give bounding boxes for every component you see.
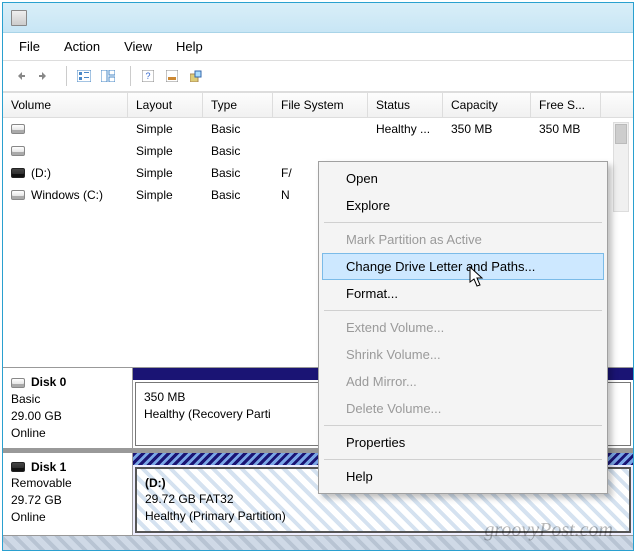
cell: Basic: [203, 144, 273, 158]
ctx-extend-volume: Extend Volume...: [322, 314, 604, 341]
ctx-add-mirror: Add Mirror...: [322, 368, 604, 395]
ctx-separator: [324, 425, 602, 426]
menu-bar: File Action View Help: [3, 33, 633, 61]
disk-size: 29.72 GB: [11, 492, 124, 509]
disk-icon: [11, 378, 25, 388]
table-row[interactable]: Simple Basic: [3, 140, 633, 162]
volume-icon: [11, 168, 25, 178]
ctx-properties[interactable]: Properties: [322, 429, 604, 456]
disk-name: Disk 0: [31, 374, 66, 391]
cell: Simple: [128, 144, 203, 158]
ctx-mark-active: Mark Partition as Active: [322, 226, 604, 253]
cell: 350 MB: [443, 122, 531, 136]
cell: Basic: [203, 188, 273, 202]
toolbar: ?: [3, 61, 633, 92]
menu-file[interactable]: File: [9, 35, 50, 58]
disk-management-window: File Action View Help ? Volume: [2, 2, 634, 551]
forward-button[interactable]: [33, 65, 55, 87]
partition-status: Healthy (Primary Partition): [145, 508, 621, 525]
volume-label: Windows (C:): [31, 188, 103, 202]
ctx-separator: [324, 222, 602, 223]
cell: Basic: [203, 166, 273, 180]
ctx-separator: [324, 459, 602, 460]
table-row[interactable]: Simple Basic Healthy ... 350 MB 350 MB: [3, 118, 633, 140]
col-freespace[interactable]: Free S...: [531, 93, 601, 117]
ctx-separator: [324, 310, 602, 311]
col-status[interactable]: Status: [368, 93, 443, 117]
context-menu: Open Explore Mark Partition as Active Ch…: [318, 161, 608, 494]
app-icon: [11, 10, 27, 26]
back-button[interactable]: [9, 65, 31, 87]
ctx-help[interactable]: Help: [322, 463, 604, 490]
col-volume[interactable]: Volume: [3, 93, 128, 117]
disk-icon: [11, 462, 25, 472]
volume-icon: [11, 190, 25, 200]
cell: Simple: [128, 122, 203, 136]
disk-type: Basic: [11, 391, 124, 408]
volume-icon: [11, 146, 25, 156]
disk-footer: [3, 536, 633, 550]
menu-help[interactable]: Help: [166, 35, 213, 58]
toolbar-icon[interactable]: [161, 65, 183, 87]
menu-view[interactable]: View: [114, 35, 162, 58]
disk-info[interactable]: Disk 1 Removable 29.72 GB Online: [3, 453, 133, 535]
ctx-open[interactable]: Open: [322, 165, 604, 192]
scrollbar[interactable]: [613, 122, 629, 212]
ctx-format[interactable]: Format...: [322, 280, 604, 307]
cell: Simple: [128, 166, 203, 180]
cell: Basic: [203, 122, 273, 136]
toolbar-icon[interactable]: [97, 65, 119, 87]
ctx-shrink-volume: Shrink Volume...: [322, 341, 604, 368]
disk-status: Online: [11, 425, 124, 442]
svg-text:?: ?: [145, 71, 150, 81]
scrollbar-thumb[interactable]: [615, 124, 627, 144]
col-filesystem[interactable]: File System: [273, 93, 368, 117]
cell: 350 MB: [531, 122, 601, 136]
toolbar-separator: [125, 66, 131, 86]
cell: Healthy ...: [368, 122, 443, 136]
col-capacity[interactable]: Capacity: [443, 93, 531, 117]
toolbar-icon[interactable]: [73, 65, 95, 87]
ctx-delete-volume: Delete Volume...: [322, 395, 604, 422]
ctx-change-drive-letter[interactable]: Change Drive Letter and Paths...: [322, 253, 604, 280]
toolbar-icon[interactable]: [185, 65, 207, 87]
ctx-explore[interactable]: Explore: [322, 192, 604, 219]
disk-status: Online: [11, 509, 124, 526]
volume-label: (D:): [31, 166, 51, 180]
disk-size: 29.00 GB: [11, 408, 124, 425]
disk-info[interactable]: Disk 0 Basic 29.00 GB Online: [3, 368, 133, 447]
menu-action[interactable]: Action: [54, 35, 110, 58]
title-bar: [3, 3, 633, 33]
help-icon[interactable]: ?: [137, 65, 159, 87]
toolbar-separator: [61, 66, 67, 86]
col-type[interactable]: Type: [203, 93, 273, 117]
volume-table-header: Volume Layout Type File System Status Ca…: [3, 92, 633, 118]
disk-name: Disk 1: [31, 459, 66, 476]
cell: Simple: [128, 188, 203, 202]
col-layout[interactable]: Layout: [128, 93, 203, 117]
disk-type: Removable: [11, 475, 124, 492]
volume-icon: [11, 124, 25, 134]
